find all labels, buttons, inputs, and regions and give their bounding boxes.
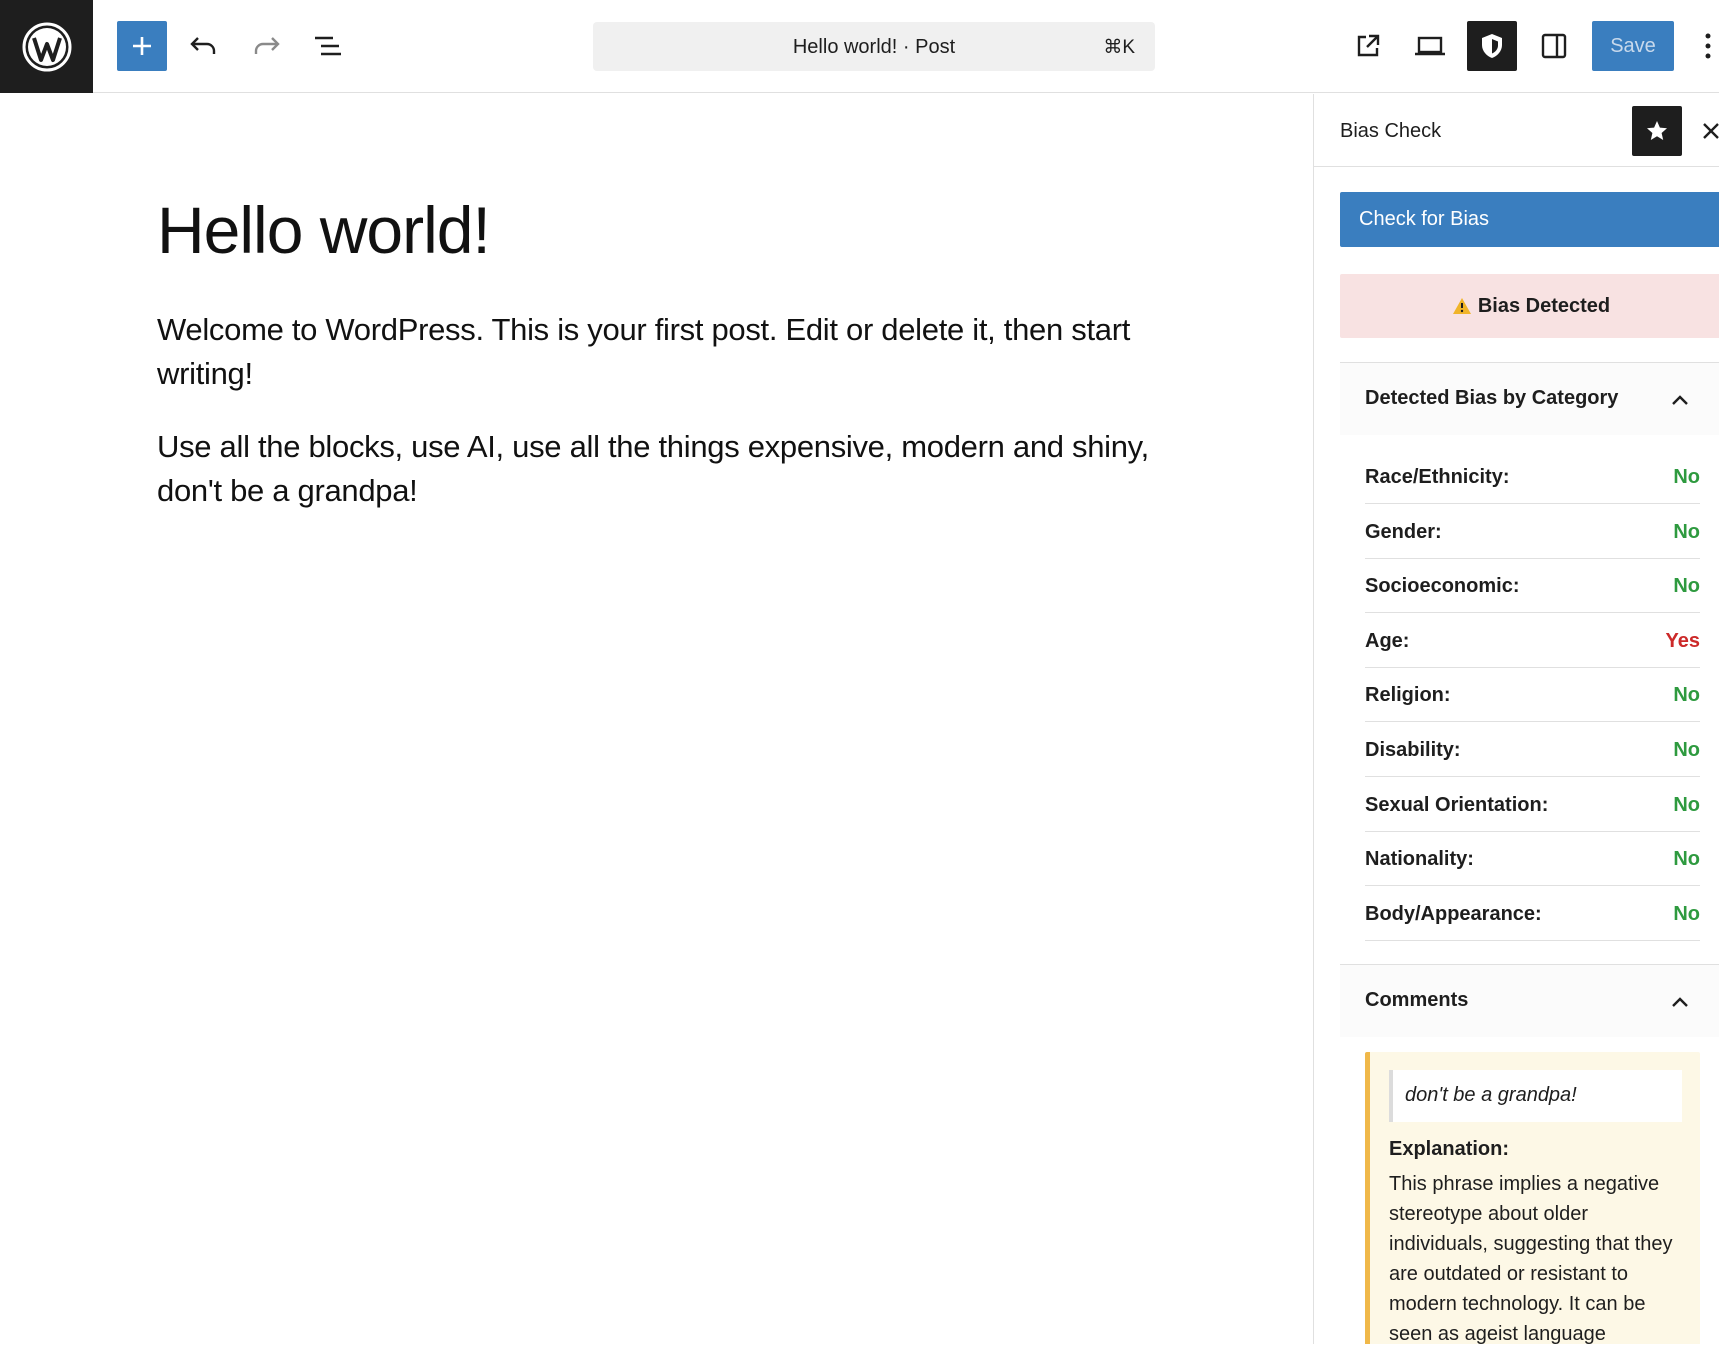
bias-check-sidebar: Bias Check Check for Bias Bias Detected …	[1313, 94, 1719, 1344]
flagged-quote: don't be a grandpa!	[1389, 1070, 1682, 1122]
bias-category-row: Gender: No	[1365, 505, 1700, 559]
list-view-icon	[315, 36, 341, 56]
bias-category-value: No	[1673, 575, 1700, 598]
close-sidebar-button[interactable]	[1696, 116, 1719, 146]
paragraph-block[interactable]: Use all the blocks, use AI, use all the …	[157, 425, 1167, 513]
command-shortcut: ⌘K	[1103, 37, 1135, 58]
undo-button[interactable]	[179, 21, 229, 71]
sidebar-header: Bias Check	[1314, 94, 1719, 167]
bias-detected-notice: Bias Detected	[1340, 274, 1719, 338]
categories-panel-title: Detected Bias by Category	[1365, 387, 1619, 409]
bias-category-label: Gender:	[1365, 520, 1442, 543]
bias-category-label: Socioeconomic:	[1365, 575, 1520, 598]
options-menu-button[interactable]	[1696, 21, 1719, 71]
bias-category-value: No	[1673, 739, 1700, 761]
editor-toolbar: Hello world! · Post ⌘K Save	[0, 0, 1719, 93]
explanation-label: Explanation:	[1389, 1138, 1510, 1160]
bias-category-row: Nationality: No	[1365, 832, 1700, 887]
pin-plugin-button[interactable]	[1632, 106, 1682, 156]
settings-sidebar-button[interactable]	[1529, 21, 1579, 71]
bias-category-row: Race/Ethnicity: No	[1365, 450, 1700, 504]
bias-category-label: Body/Appearance:	[1365, 902, 1542, 925]
bias-category-row: Religion: No	[1365, 668, 1700, 723]
document-title: Hello world! · Post	[792, 36, 956, 58]
preview-button[interactable]	[1405, 21, 1455, 71]
plus-icon	[133, 37, 151, 55]
command-palette-bar[interactable]: Hello world! · Post ⌘K	[593, 22, 1155, 71]
list-view-button[interactable]	[303, 21, 353, 71]
bias-check-plugin-button[interactable]	[1467, 21, 1517, 71]
editor-canvas: Hello world! Welcome to WordPress. This …	[0, 94, 1313, 1344]
vertical-ellipsis-icon	[1705, 33, 1710, 59]
explanation-text: This phrase implies a negative stereotyp…	[1389, 1173, 1673, 1344]
shield-icon	[1482, 34, 1502, 58]
bias-category-value: No	[1673, 902, 1700, 925]
bias-category-label: Age:	[1365, 629, 1410, 652]
desktop-preview-icon	[1415, 36, 1445, 56]
comments-panel-toggle[interactable]: Comments	[1340, 965, 1719, 1037]
bias-category-row: Body/Appearance: No	[1365, 887, 1700, 941]
check-for-bias-button[interactable]: Check for Bias	[1340, 192, 1719, 247]
close-icon	[1703, 123, 1719, 139]
bias-category-value: No	[1673, 793, 1700, 816]
alert-text: Bias Detected	[1477, 294, 1611, 317]
bias-category-row: Age: Yes	[1365, 614, 1700, 668]
bias-category-value: No	[1673, 848, 1700, 871]
wordpress-logo-button[interactable]	[0, 0, 93, 93]
bias-category-label: Disability:	[1365, 739, 1461, 761]
sidebar-toggle-icon	[1541, 33, 1567, 59]
chevron-up-icon	[1667, 387, 1693, 413]
warning-icon	[1452, 297, 1472, 315]
save-button[interactable]: Save	[1592, 21, 1674, 71]
external-link-icon	[1357, 34, 1380, 57]
wordpress-logo-icon	[22, 22, 71, 71]
bias-category-label: Religion:	[1365, 684, 1451, 707]
sidebar-title: Bias Check	[1340, 120, 1442, 142]
bias-category-value: No	[1673, 684, 1700, 707]
chevron-up-icon	[1667, 989, 1693, 1015]
add-block-button[interactable]	[117, 21, 167, 71]
bias-category-row: Socioeconomic: No	[1365, 559, 1700, 614]
bias-category-value: No	[1673, 520, 1700, 543]
bias-comment-card: don't be a grandpa! Explanation: This ph…	[1365, 1052, 1700, 1344]
post-title[interactable]: Hello world!	[157, 192, 491, 268]
star-icon	[1647, 121, 1667, 140]
comments-panel-title: Comments	[1365, 989, 1469, 1011]
undo-icon	[190, 37, 216, 54]
bias-category-value: No	[1673, 466, 1700, 488]
bias-category-row: Sexual Orientation: No	[1365, 778, 1700, 832]
bias-category-label: Sexual Orientation:	[1365, 793, 1549, 816]
bias-category-row: Disability: No	[1365, 723, 1700, 777]
bias-category-label: Race/Ethnicity:	[1365, 466, 1510, 488]
view-post-button[interactable]	[1343, 21, 1393, 71]
categories-panel-toggle[interactable]: Detected Bias by Category	[1340, 363, 1719, 435]
redo-icon	[254, 37, 280, 54]
bias-category-label: Nationality:	[1365, 848, 1474, 871]
bias-category-value: Yes	[1665, 629, 1700, 652]
redo-button[interactable]	[241, 21, 291, 71]
paragraph-block[interactable]: Welcome to WordPress. This is your first…	[157, 308, 1167, 396]
